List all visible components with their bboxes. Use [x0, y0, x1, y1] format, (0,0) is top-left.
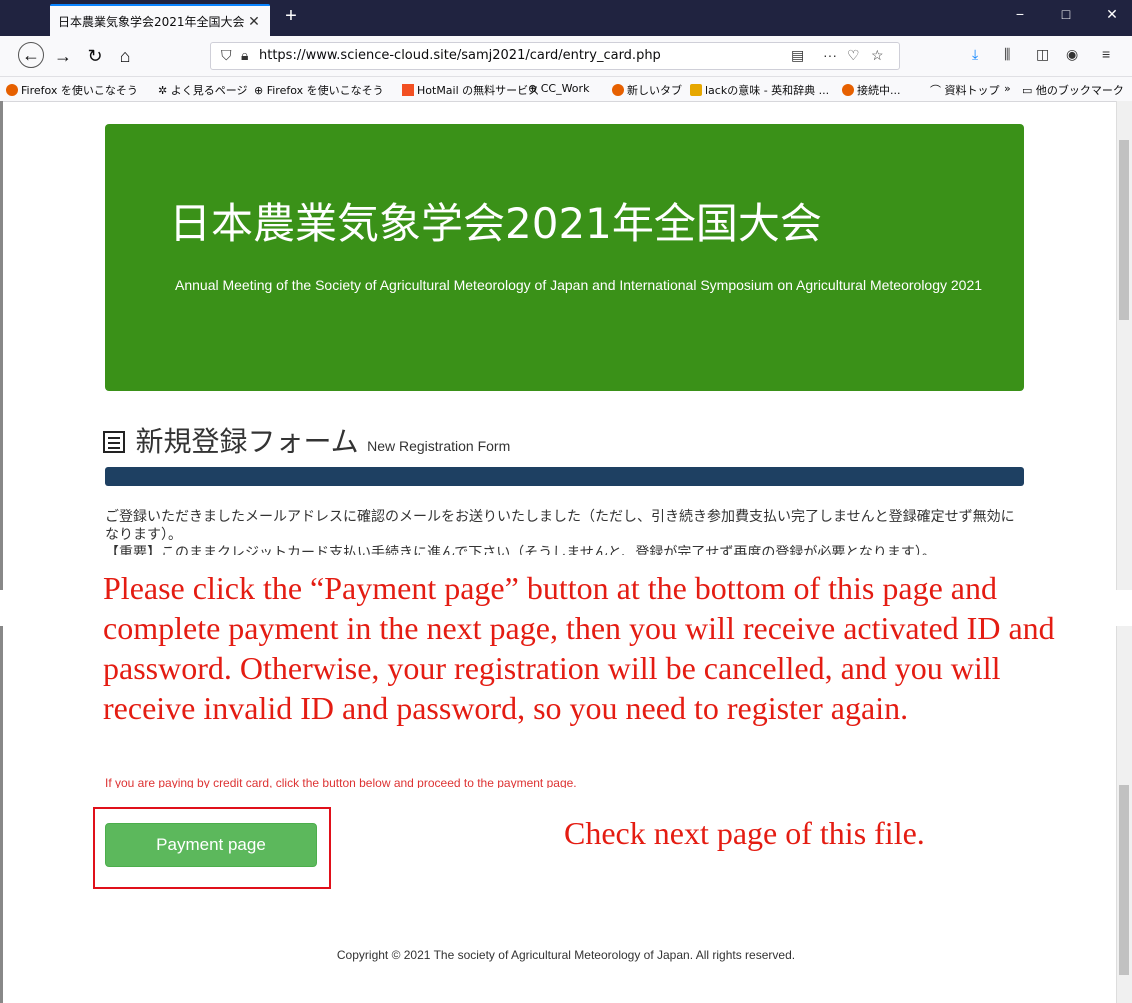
credit-card-note: If you are paying by credit card, click … [105, 778, 577, 788]
reader-view-icon[interactable]: ▤ [791, 47, 804, 64]
account-icon[interactable]: ◉ [1066, 46, 1078, 63]
microsoft-icon [402, 84, 414, 96]
menu-icon[interactable]: ≡ [1102, 46, 1110, 62]
browser-navbar: ← → ↻ ⌂ ⛉ 🔒︎ https://www.science-cloud.s… [0, 36, 1132, 77]
bookmark-item[interactable]: ⌒ 資料トップ [930, 82, 1000, 98]
url-bar[interactable]: ⛉ 🔒︎ https://www.science-cloud.site/samj… [210, 42, 900, 70]
library-icon[interactable]: ⫼ [1004, 46, 1010, 63]
bookmarks-bar: Firefox を使いこなそう ✲ よく見るページ ⊕ Firefox を使いこ… [0, 77, 1132, 102]
bookmark-item[interactable]: ⊕ Firefox を使いこなそう [254, 82, 384, 98]
new-tab-button[interactable]: + [278, 5, 304, 28]
tab-title: 日本農業気象学会2021年全国大会 [58, 14, 245, 29]
form-list-icon [103, 431, 125, 453]
section-divider [105, 467, 1024, 486]
more-bookmarks-icon[interactable]: » [1004, 82, 1011, 95]
notice-text: ご登録いただきましたメールアドレスに確認のメールをお送りいたしました（ただし、引… [105, 509, 1015, 543]
hero-banner: 日本農業気象学会2021年全国大会 Annual Meeting of the … [105, 124, 1024, 391]
bookmark-item[interactable]: 接続中... [842, 82, 901, 98]
hero-subtitle: Annual Meeting of the Society of Agricul… [175, 277, 983, 293]
bookmark-item[interactable]: lackの意味 - 英和辞典 ... [690, 82, 829, 98]
download-icon[interactable]: ⤓ [972, 46, 978, 63]
other-bookmarks[interactable]: ▭ 他のブックマーク [1022, 82, 1124, 98]
form-title-en: New Registration Form [367, 438, 511, 454]
instruction-annotation: Please click the “Payment page” button a… [103, 570, 1055, 726]
bookmark-item[interactable]: ⊕ CC_Work [528, 82, 589, 95]
payment-page-button[interactable]: Payment page [105, 823, 317, 867]
home-icon[interactable]: ⌂ [112, 43, 138, 69]
lock-icon[interactable]: 🔒︎ [241, 47, 248, 64]
globe-icon: ⊕ [254, 84, 267, 97]
notice-important-text: 【重要】このままクレジットカード支払い手続きに進んで下さい（そうしませんと、登録… [105, 545, 936, 555]
back-icon[interactable]: ← [18, 42, 44, 68]
folder-icon: ▭ [1022, 84, 1036, 97]
bookmark-star-icon[interactable]: ☆ [871, 47, 884, 64]
firefox-icon [6, 84, 18, 96]
close-window-button[interactable]: ✕ [1092, 6, 1132, 23]
sidebar-icon[interactable]: ◫ [1036, 46, 1049, 63]
bookmark-item[interactable]: ✲ よく見るページ [158, 82, 248, 98]
minimize-button[interactable]: − [1000, 6, 1040, 22]
copyright-footer: Copyright © 2021 The society of Agricult… [336, 948, 796, 962]
link-icon: ⌒ [930, 84, 945, 97]
scrollbar-thumb[interactable] [1119, 785, 1129, 975]
page-title: 日本農業気象学会2021年全国大会 [169, 199, 822, 248]
browser-titlebar: 日本農業気象学会2021年全国大会 ✕ + − □ ✕ [0, 0, 1132, 36]
window-left-edge [0, 626, 3, 1003]
firefox-icon [842, 84, 854, 96]
url-text[interactable]: https://www.science-cloud.site/samj2021/… [259, 48, 661, 63]
bookmark-item[interactable]: Firefox を使いこなそう [6, 82, 138, 98]
forward-icon[interactable]: → [50, 43, 76, 69]
shield-icon[interactable]: ⛉ [221, 47, 232, 64]
maximize-button[interactable]: □ [1046, 6, 1086, 22]
firefox-icon [612, 84, 624, 96]
reload-icon[interactable]: ↻ [82, 43, 108, 69]
bookmark-item[interactable]: HotMail の無料サービス [402, 82, 539, 98]
page-actions-icon[interactable]: ··· [823, 47, 837, 63]
pocket-icon[interactable]: ♡ [847, 47, 860, 64]
bookmark-item[interactable]: 新しいタブ [612, 82, 682, 98]
form-heading: 新規登録フォーム New Registration Form [103, 420, 510, 460]
browser-tab[interactable]: 日本農業気象学会2021年全国大会 ✕ [50, 4, 270, 36]
tab-close-icon[interactable]: ✕ [246, 13, 262, 30]
globe-icon: ⊕ [528, 82, 541, 95]
weblio-icon [690, 84, 702, 96]
check-next-page-annotation: Check next page of this file. [564, 815, 925, 851]
form-title-jp: 新規登録フォーム [135, 425, 359, 458]
gear-icon: ✲ [158, 84, 171, 97]
scrollbar-thumb[interactable] [1119, 140, 1129, 320]
